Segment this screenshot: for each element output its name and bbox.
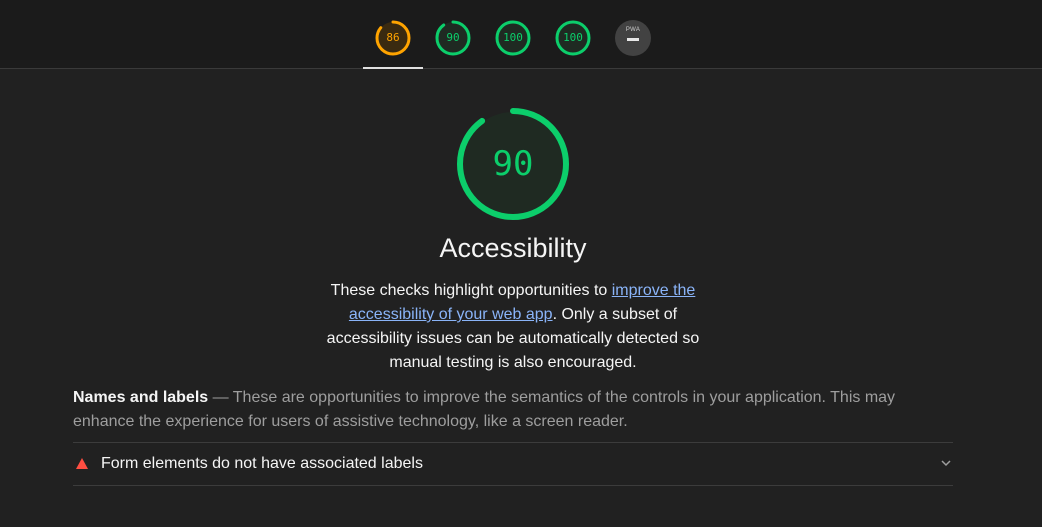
active-tab-indicator bbox=[363, 67, 423, 69]
gauge-score: 90 bbox=[446, 31, 460, 44]
dash-icon bbox=[627, 38, 639, 41]
pwa-label: PWA bbox=[625, 27, 641, 33]
category-title: Accessibility bbox=[439, 233, 587, 263]
gauge-score: 100 bbox=[503, 31, 523, 44]
gauge-accessibility[interactable]: 90 bbox=[434, 19, 472, 57]
description-text: These checks highlight opportunities to bbox=[330, 282, 612, 299]
gauge-seo[interactable]: 100 bbox=[554, 19, 592, 57]
group-title: Names and labels bbox=[73, 389, 209, 406]
gauge-best-practices[interactable]: 100 bbox=[494, 19, 532, 57]
gauge-score: 86 bbox=[386, 31, 400, 44]
gauge-performance[interactable]: 86 bbox=[374, 19, 412, 57]
category-score-gauge: 90 bbox=[456, 107, 570, 221]
score-header: 86 90 100 100 PWA bbox=[0, 0, 1042, 69]
category-score: 90 bbox=[492, 144, 534, 184]
audit-title: Form elements do not have associated lab… bbox=[101, 455, 423, 472]
chevron-down-icon[interactable] bbox=[939, 456, 953, 470]
category-description: These checks highlight opportunities to … bbox=[311, 279, 715, 375]
triangle-fail-icon bbox=[76, 458, 88, 469]
audit-group-header: Names and labels — These are opportuniti… bbox=[73, 386, 953, 434]
group-separator: — bbox=[208, 389, 233, 406]
gauge-score: 100 bbox=[563, 31, 583, 44]
pwa-badge[interactable]: PWA bbox=[615, 20, 651, 56]
audit-item-label[interactable]: Form elements do not have associated lab… bbox=[73, 442, 953, 486]
